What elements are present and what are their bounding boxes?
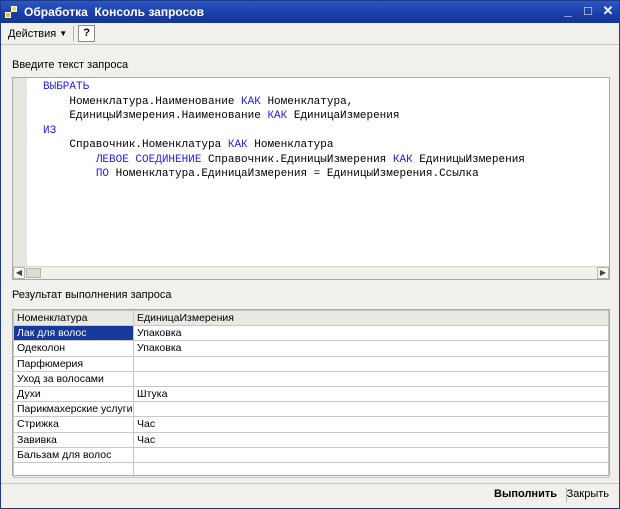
cell-unit[interactable]: Упаковка <box>133 340 609 357</box>
horizontal-scrollbar[interactable]: ◀ ▶ <box>13 266 609 279</box>
run-button[interactable]: Выполнить <box>494 488 557 500</box>
cell-nomenclature[interactable]: Духи <box>13 385 134 403</box>
query-line: Номенклатура.Наименование КАК Номенклату… <box>43 95 354 108</box>
footer-bar: Выполнить Закрыть <box>1 483 619 508</box>
result-table[interactable]: Номенклатура ЕдиницаИзмерения Лак для во… <box>12 309 610 479</box>
column-header-nomenclature[interactable]: Номенклатура <box>13 309 134 327</box>
table-row[interactable]: Стрижка Час <box>13 416 609 433</box>
chevron-down-icon: ▼ <box>59 29 68 38</box>
query-text-label: Введите текст запроса <box>12 59 129 71</box>
query-code[interactable]: ВЫБРАТЬ Номенклатура.Наименование КАК Но… <box>43 80 525 182</box>
maximize-icon[interactable]: □ <box>581 4 595 18</box>
cell-nomenclature[interactable]: Стрижка <box>13 416 134 433</box>
cell-nomenclature[interactable]: Лак для волос <box>13 325 134 342</box>
table-row[interactable]: Уход за волосами <box>13 370 609 387</box>
cell-nomenclature[interactable]: Парфюмерия <box>13 355 134 372</box>
toolbar-separator <box>73 26 75 41</box>
result-label: Результат выполнения запроса <box>12 289 172 301</box>
cell-nomenclature[interactable]: Парикмахерские услуги <box>13 401 134 418</box>
cell-unit[interactable] <box>133 401 609 418</box>
cell-nomenclature[interactable]: Завивка <box>13 431 134 448</box>
cell-nomenclature[interactable]: Бальзам для волос <box>13 446 134 463</box>
editor-gutter <box>13 78 27 266</box>
table-row[interactable]: Бальзам для волос <box>13 446 609 463</box>
cell-unit[interactable]: Упаковка <box>133 325 609 342</box>
title-bar[interactable]: Обработка Консоль запросов _ □ ✕ <box>1 1 619 23</box>
help-button[interactable]: ? <box>78 25 96 42</box>
cell-nomenclature[interactable]: Уход за волосами <box>13 370 134 387</box>
cell-nomenclature[interactable]: Одеколон <box>13 340 134 357</box>
query-line: ЛЕВОЕ СОЕДИНЕНИЕ Справочник.ЕдиницыИзмер… <box>95 153 525 166</box>
window-title: Обработка Консоль запросов <box>24 5 204 19</box>
console-window: Обработка Консоль запросов _ □ ✕ Действи… <box>0 0 620 509</box>
table-row[interactable]: Духи Штука <box>13 385 609 403</box>
cell-unit[interactable] <box>133 461 609 479</box>
app-icon <box>5 5 19 19</box>
cell-nomenclature[interactable] <box>13 461 134 479</box>
cell-unit[interactable]: Час <box>133 431 609 448</box>
cell-unit[interactable]: Штука <box>133 385 609 403</box>
minimize-icon[interactable]: _ <box>561 4 575 18</box>
scrollbar-thumb[interactable] <box>26 268 41 278</box>
query-line: Справочник.Номенклатура КАК Номенклатура <box>43 139 334 151</box>
cell-unit[interactable] <box>133 355 609 372</box>
query-line: ПО Номенклатура.ЕдиницаИзмерения = Едини… <box>95 168 479 180</box>
actions-menu[interactable]: Действия ▼ <box>8 28 67 40</box>
query-line: ИЗ <box>43 124 57 137</box>
table-row[interactable] <box>13 461 609 479</box>
query-line: ЕдиницыИзмерения.Наименование КАК Единиц… <box>43 110 400 122</box>
close-button[interactable]: Закрыть <box>567 488 609 500</box>
table-row[interactable]: Парфюмерия <box>13 355 609 372</box>
query-line: ВЫБРАТЬ <box>43 81 90 93</box>
query-editor[interactable]: ВЫБРАТЬ Номенклатура.Наименование КАК Но… <box>12 77 610 280</box>
cell-unit[interactable]: Час <box>133 416 609 433</box>
scroll-left-icon[interactable]: ◀ <box>13 267 25 279</box>
scroll-right-icon[interactable]: ▶ <box>597 267 609 279</box>
close-icon[interactable]: ✕ <box>601 4 615 18</box>
toolbar: Действия ▼ ? <box>1 23 619 45</box>
table-row[interactable]: Парикмахерские услуги <box>13 401 609 418</box>
actions-menu-label: Действия <box>8 27 57 40</box>
table-row[interactable]: Завивка Час <box>13 431 609 448</box>
table-header-row: Номенклатура ЕдиницаИзмерения <box>13 309 609 327</box>
column-header-unit[interactable]: ЕдиницаИзмерения <box>133 309 609 327</box>
table-row[interactable]: Одеколон Упаковка <box>13 340 609 357</box>
table-row[interactable]: Лак для волос Упаковка <box>13 325 609 342</box>
cell-unit[interactable] <box>133 446 609 463</box>
cell-unit[interactable] <box>133 370 609 387</box>
